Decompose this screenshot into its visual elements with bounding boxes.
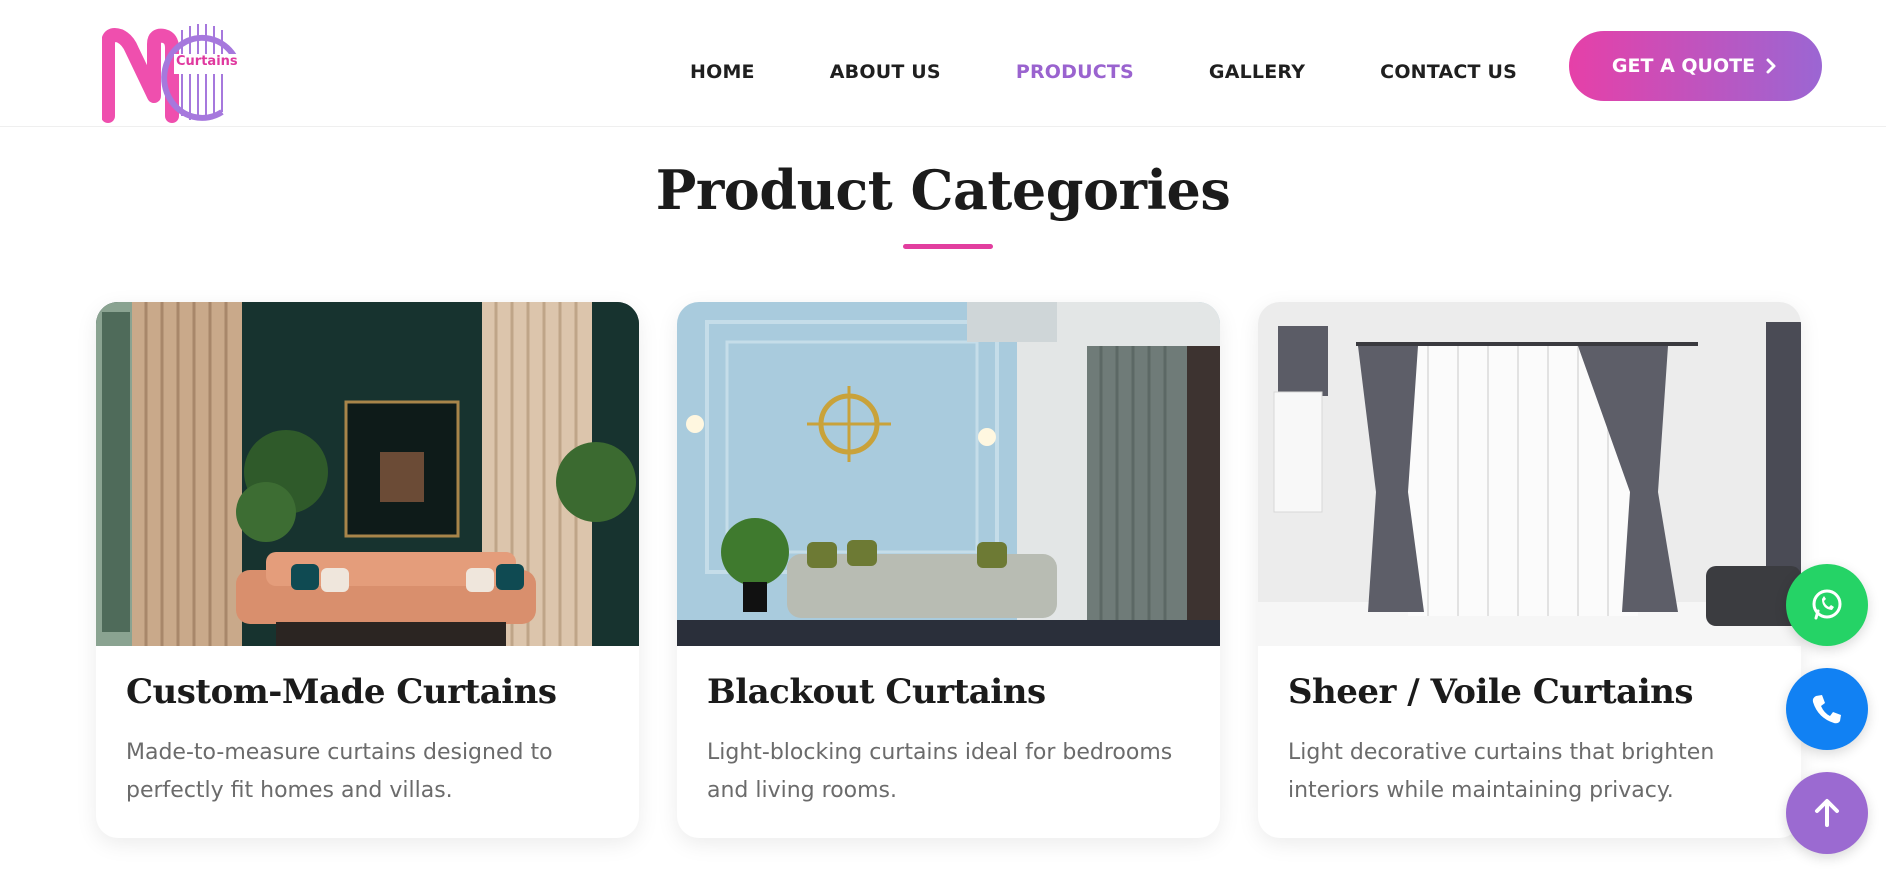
card-title: Custom-Made Curtains bbox=[126, 672, 557, 712]
nav-item-products[interactable]: PRODUCTS bbox=[1016, 61, 1134, 83]
card-title: Blackout Curtains bbox=[707, 672, 1046, 712]
card-image-blackout bbox=[677, 302, 1220, 646]
section-title: Product Categories bbox=[655, 158, 1231, 222]
product-card-blackout[interactable]: Blackout Curtains Light-blocking curtain… bbox=[677, 302, 1220, 838]
nav-item-gallery[interactable]: GALLERY bbox=[1209, 61, 1305, 83]
phone-icon bbox=[1812, 695, 1841, 724]
nav-item-about-us[interactable]: ABOUT US bbox=[830, 61, 941, 83]
nav-item-home[interactable]: HOME bbox=[690, 61, 755, 83]
whatsapp-button[interactable] bbox=[1786, 564, 1868, 646]
card-description: Light decorative curtains that brighten … bbox=[1288, 740, 1715, 803]
card-description: Light-blocking curtains ideal for bedroo… bbox=[707, 740, 1173, 803]
arrow-up-icon bbox=[1815, 799, 1839, 827]
site-logo[interactable]: Curtains bbox=[101, 16, 242, 124]
whatsapp-icon bbox=[1812, 589, 1842, 620]
nav-item-contact-us[interactable]: CONTACT US bbox=[1380, 61, 1517, 83]
card-title: Sheer / Voile Curtains bbox=[1288, 672, 1694, 712]
product-card-sheer-voile[interactable]: Sheer / Voile Curtains Light decorative … bbox=[1258, 302, 1801, 838]
logo-text: Curtains bbox=[176, 54, 238, 69]
scroll-to-top-button[interactable] bbox=[1786, 772, 1868, 854]
site-header: Curtains HOME ABOUT US PRODUCTS GALLERY … bbox=[0, 6, 1886, 127]
card-description: Made-to-measure curtains designed to per… bbox=[126, 740, 553, 803]
logo-mark-icon bbox=[101, 24, 238, 123]
phone-button[interactable] bbox=[1786, 668, 1868, 750]
chevron-right-icon bbox=[1766, 58, 1776, 74]
get-a-quote-label: GET A QUOTE bbox=[1611, 55, 1756, 77]
card-image-custom-made bbox=[96, 302, 639, 646]
product-card-custom-made[interactable]: Custom-Made Curtains Made-to-measure cur… bbox=[96, 302, 639, 838]
title-underline bbox=[903, 244, 993, 249]
get-a-quote-button[interactable]: GET A QUOTE bbox=[1569, 31, 1822, 101]
card-image-sheer-voile bbox=[1258, 302, 1801, 646]
main-nav: HOME ABOUT US PRODUCTS GALLERY CONTACT U… bbox=[690, 54, 1592, 90]
